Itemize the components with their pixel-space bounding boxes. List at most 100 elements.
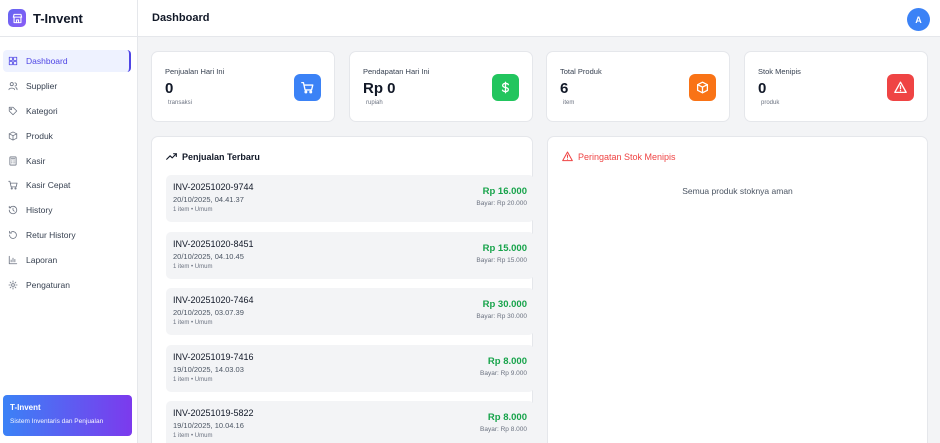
sidebar-item-label: Laporan [26,255,58,266]
sale-row[interactable]: INV-20251019-7416 19/10/2025, 14.03.03 1 i… [166,344,534,392]
sale-invoice: INV-20251020-7464 [173,295,254,305]
gear-icon [8,280,18,290]
sale-amount: Rp 15.000 [482,242,527,254]
sidebar-nav: Dashboard Supplier Kategori Produk Kasir Kasi… [0,50,137,296]
sidebar-item-label: Kasir [26,155,46,166]
users-icon [8,82,18,91]
sale-paid: Bayar: Rp 8.000 [480,426,527,433]
trending-up-icon [166,153,177,160]
sidebar-item-label: Kategori [26,105,58,116]
page-title: Dashboard [152,12,210,24]
low-stock-title-text: Peringatan Stok Menipis [578,151,676,162]
stat-value: 6 [560,80,569,97]
stat-value: 0 [165,80,174,97]
sidebar-item-supplier[interactable]: Supplier [3,75,131,97]
stat-unit: produk [761,100,780,106]
sidebar-item-kategori[interactable]: Kategori [3,100,131,122]
sidebar-item-history[interactable]: History [3,199,131,221]
stat-label: Stok Menipis [758,67,801,76]
box-icon [8,131,18,141]
sale-paid: Bayar: Rp 15.000 [476,256,527,264]
sidebar-item-label: Retur History [26,230,76,241]
stat-value: 0 [758,80,767,97]
sidebar-item-label: Pengaturan [26,280,70,291]
sale-meta: 1 item • Umum [173,263,213,270]
cart-icon [294,74,321,101]
sale-invoice: INV-20251020-8451 [173,238,254,249]
sidebar: T-Invent Dashboard Supplier Kategori Produk… [0,0,138,443]
stat-value: Rp 0 [363,80,396,97]
grid-icon [8,56,18,66]
recent-sales-title-text: Penjualan Terbaru [182,151,260,162]
sidebar-item-kasir[interactable]: Kasir [3,150,131,172]
stat-unit: transaksi [168,100,193,106]
brand-name: T-Invent [33,10,83,26]
sale-meta: 1 item • Umum [173,433,213,439]
footer-title: T-Invent [10,403,41,412]
sale-meta: 1 item • Umum [173,207,213,213]
low-stock-panel: Peringatan Stok Menipis Semua produk sto… [547,136,928,443]
footer-subtitle: Sistem Inventaris dan Penjualan [10,418,104,425]
top-header: Dashboard A [138,0,940,37]
sale-paid: Bayar: Rp 30.000 [476,313,527,320]
sale-invoice: INV-20251020-9744 [173,182,254,192]
sidebar-item-laporan[interactable]: Laporan [3,249,131,271]
sale-amount: Rp 8.000 [487,355,527,367]
stat-card: Pendapatan Hari Ini Rp 0 rupiah [349,51,533,122]
brand[interactable]: T-Invent [0,0,137,37]
sale-row[interactable]: INV-20251020-9744 20/10/2025, 04.41.37 1 i… [166,175,534,222]
sale-date: 19/10/2025, 14.03.03 [173,364,244,374]
low-stock-empty-message: Semua produk stoknya aman [682,186,793,196]
rotate-icon [9,231,17,240]
stat-card: Stok Menipis 0 produk [744,51,928,122]
stat-label: Pendapatan Hari Ini [363,67,430,76]
sidebar-item-label: Dashboard [26,56,68,66]
sidebar-footer-card: T-Invent Sistem Inventaris dan Penjualan [3,395,132,436]
history-icon [8,206,18,215]
sale-row[interactable]: INV-20251020-7464 20/10/2025, 03.07.39 1 i… [166,288,534,335]
sale-amount: Rp 16.000 [482,186,527,197]
tag-icon [8,106,18,115]
store-icon [8,9,26,27]
sidebar-item-label: Supplier [26,80,58,91]
stat-card: Total Produk 6 item [546,51,730,122]
alert-triangle-icon [887,74,914,101]
sale-meta: 1 item • Umum [173,320,213,326]
calculator-icon [9,156,17,166]
sale-amount: Rp 30.000 [482,299,527,310]
sale-date: 20/10/2025, 04.41.37 [173,195,244,204]
stat-card: Penjualan Hari Ini 0 transaksi [151,51,335,122]
sale-date: 20/10/2025, 04.10.45 [173,251,244,261]
sidebar-item-produk[interactable]: Produk [3,125,131,147]
sidebar-item-label: History [26,205,53,216]
cart-icon [8,181,18,190]
sale-date: 20/10/2025, 03.07.39 [173,308,244,317]
sale-row[interactable]: INV-20251020-8451 20/10/2025, 04.10.45 1 i… [166,231,534,279]
sale-meta: 1 item • Umum [173,376,213,383]
sale-invoice: INV-20251019-7416 [173,351,254,362]
stat-unit: rupiah [366,100,383,106]
alert-triangle-icon [562,151,573,162]
sidebar-item-pengaturan[interactable]: Pengaturan [3,274,131,296]
avatar[interactable]: A [907,8,930,31]
box-icon [689,74,716,101]
sidebar-item-retur-history[interactable]: Retur History [3,224,131,246]
recent-sales-title: Penjualan Terbaru [166,151,260,162]
sidebar-item-kasir-cepat[interactable]: Kasir Cepat [3,174,131,196]
sale-paid: Bayar: Rp 9.000 [480,369,527,377]
low-stock-title: Peringatan Stok Menipis [562,151,676,162]
sale-row[interactable]: INV-20251019-5822 19/10/2025, 10.04.16 1 i… [166,401,534,443]
stat-label: Total Produk [560,67,602,76]
dollar-icon [492,74,519,101]
sidebar-item-label: Kasir Cepat [26,180,71,191]
stat-label: Penjualan Hari Ini [165,67,225,76]
sidebar-item-dashboard[interactable]: Dashboard [3,50,131,72]
recent-sales-panel: Penjualan Terbaru INV-20251020-9744 20/10… [151,136,534,443]
sale-amount: Rp 8.000 [487,412,527,423]
sale-date: 19/10/2025, 10.04.16 [173,421,244,430]
sidebar-item-label: Produk [26,130,53,141]
bar-chart-icon [8,255,18,265]
sale-invoice: INV-20251019-5822 [173,408,254,418]
sale-paid: Bayar: Rp 20.000 [476,200,527,207]
stat-unit: item [563,100,575,106]
